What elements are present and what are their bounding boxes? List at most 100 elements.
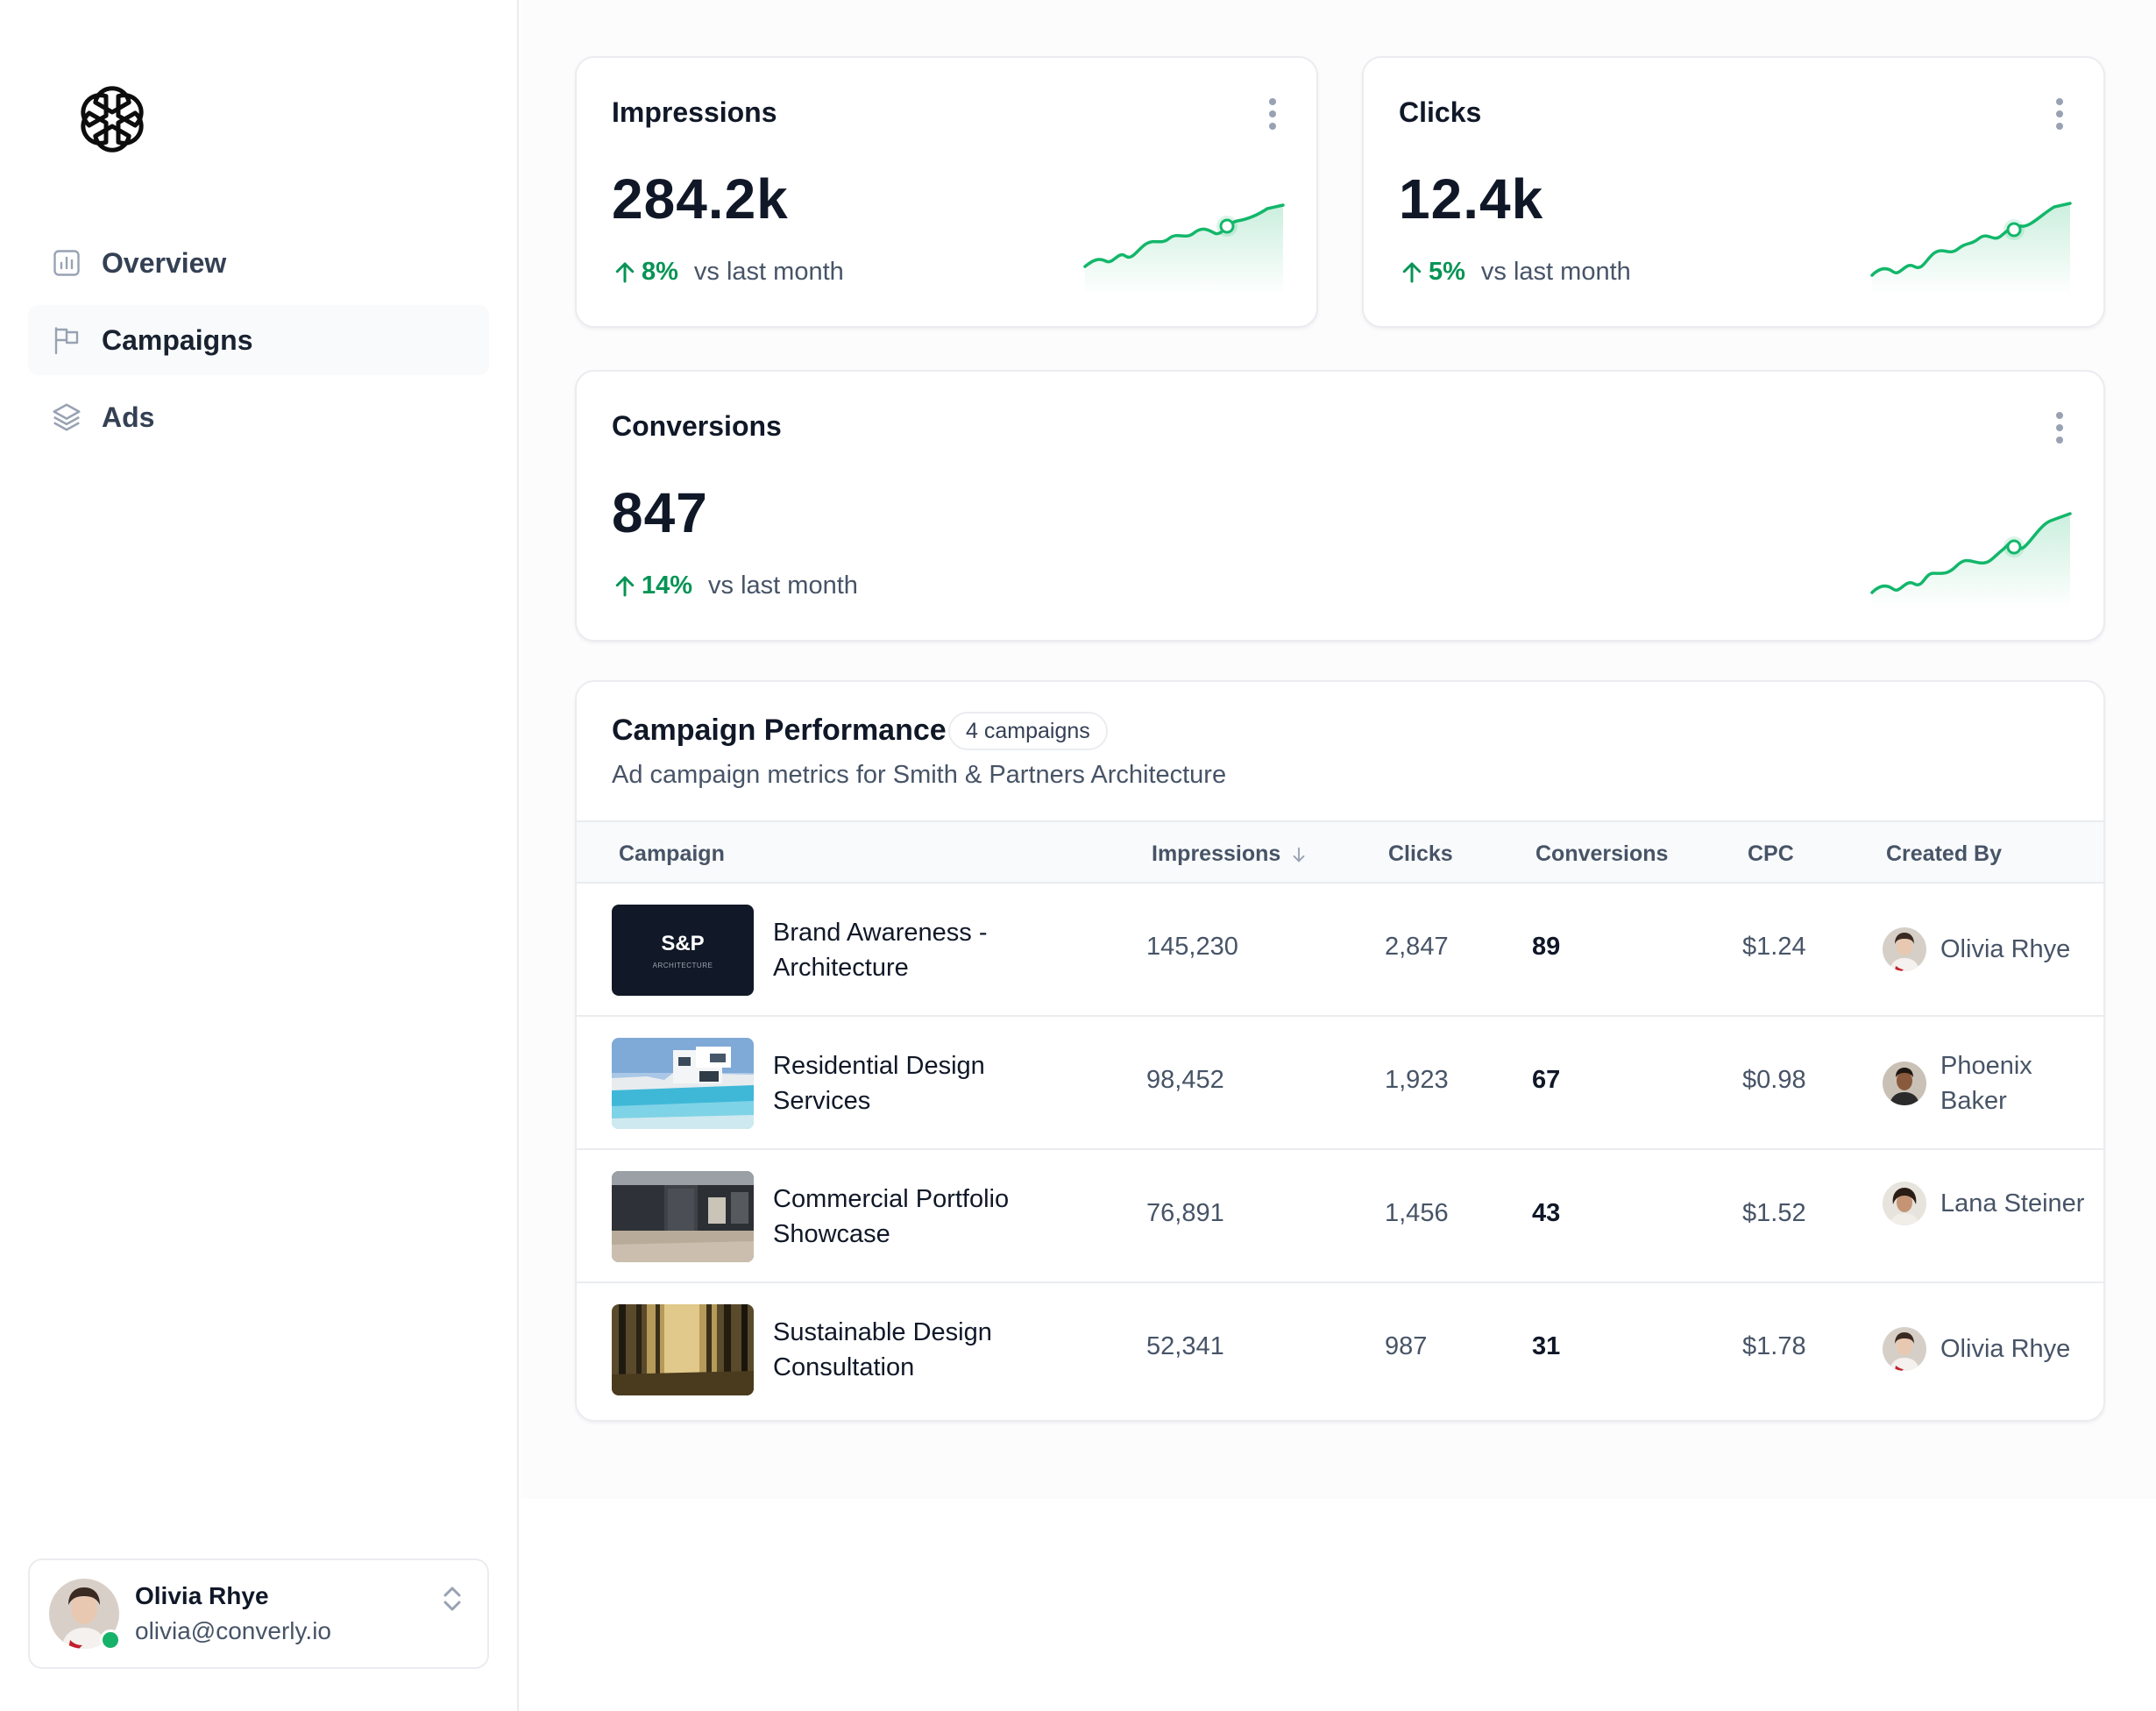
campaign-thumbnail: S&P ARCHITECTURE bbox=[612, 905, 754, 996]
metric-card-impressions: Impressions 284.2k 8% vs last month bbox=[575, 56, 1318, 328]
metric-change: 14% vs last month bbox=[612, 572, 858, 600]
campaign-performance-card: Campaign Performance 4 campaigns Ad camp… bbox=[575, 680, 2105, 1422]
openai-knot-icon[interactable] bbox=[70, 77, 154, 161]
column-header-cpc[interactable]: CPC bbox=[1748, 841, 1794, 867]
campaign-thumbnail bbox=[612, 1171, 754, 1262]
creator-name: Olivia Rhye bbox=[1940, 935, 2071, 963]
column-header-impressions[interactable]: Impressions bbox=[1152, 841, 1308, 867]
cpc-cell: $1.78 bbox=[1742, 1332, 1806, 1360]
impressions-cell: 145,230 bbox=[1146, 933, 1238, 961]
metric-comparison: vs last month bbox=[708, 572, 858, 600]
bar-chart-square-icon bbox=[49, 245, 84, 280]
created-by-cell: Olivia Rhye bbox=[1883, 927, 2089, 971]
avatar bbox=[1883, 927, 1926, 971]
column-header-clicks[interactable]: Clicks bbox=[1388, 841, 1453, 867]
sidebar: Overview Campaigns Ads Olivia Rhye olivi… bbox=[0, 0, 519, 1711]
section-title: Campaign Performance bbox=[612, 714, 947, 747]
column-header-created-by[interactable]: Created By bbox=[1886, 841, 2002, 867]
table-header: Campaign Impressions Clicks Conversions … bbox=[577, 820, 2103, 884]
sidebar-item-label: Overview bbox=[102, 246, 227, 279]
sidebar-item-label: Campaigns bbox=[102, 323, 253, 356]
sparkline-chart bbox=[1870, 202, 2072, 295]
sparkline-chart bbox=[1870, 512, 2072, 608]
impressions-cell: 52,341 bbox=[1146, 1332, 1224, 1360]
flag-icon bbox=[49, 323, 84, 358]
creator-name: Olivia Rhye bbox=[1940, 1335, 2071, 1363]
metric-value: 12.4k bbox=[1399, 167, 1544, 231]
conversions-cell: 67 bbox=[1532, 1066, 1561, 1094]
clicks-cell: 1,456 bbox=[1385, 1199, 1449, 1227]
online-status-dot bbox=[100, 1629, 121, 1651]
sparkline-chart bbox=[1083, 203, 1285, 295]
cpc-cell: $0.98 bbox=[1742, 1066, 1806, 1094]
metric-change: 8% vs last month bbox=[612, 258, 844, 287]
sidebar-item-overview[interactable]: Overview bbox=[28, 228, 489, 298]
metric-card-conversions: Conversions 847 14% vs last month bbox=[575, 370, 2105, 642]
arrow-up-icon bbox=[1402, 262, 1422, 282]
campaign-name[interactable]: Sustainable Design Consultation bbox=[773, 1315, 1036, 1385]
creator-name: Lana Steiner bbox=[1940, 1189, 2085, 1218]
user-email: olivia@converly.io bbox=[135, 1617, 331, 1644]
conversions-cell: 89 bbox=[1532, 933, 1561, 961]
creator-name: Phoenix Baker bbox=[1940, 1052, 2032, 1115]
campaign-thumbnail bbox=[612, 1038, 754, 1129]
arrow-up-icon bbox=[615, 576, 635, 596]
metric-card-clicks: Clicks 12.4k 5% vs last month bbox=[1362, 56, 2105, 328]
metric-change: 5% vs last month bbox=[1399, 258, 1631, 287]
campaign-name[interactable]: Commercial Portfolio Showcase bbox=[773, 1182, 1036, 1252]
metric-change-percent: 5% bbox=[1429, 258, 1465, 286]
sidebar-item-campaigns[interactable]: Campaigns bbox=[28, 305, 489, 375]
column-header-campaign[interactable]: Campaign bbox=[619, 841, 725, 867]
section-subtitle: Ad campaign metrics for Smith & Partners… bbox=[612, 761, 1227, 789]
campaign-thumbnail bbox=[612, 1304, 754, 1395]
column-header-conversions[interactable]: Conversions bbox=[1535, 841, 1668, 867]
column-header-label: Impressions bbox=[1152, 841, 1281, 866]
arrow-up-icon bbox=[615, 262, 635, 282]
more-vertical-icon[interactable] bbox=[2054, 96, 2065, 131]
thumbnail-brand-title: S&P bbox=[661, 931, 705, 955]
table-row[interactable]: Commercial Portfolio Showcase 76,891 1,4… bbox=[577, 1150, 2103, 1283]
account-switcher[interactable]: Olivia Rhye olivia@converly.io bbox=[28, 1558, 489, 1669]
sidebar-nav: Overview Campaigns Ads bbox=[28, 228, 489, 459]
campaign-count-badge: 4 campaigns bbox=[948, 712, 1108, 750]
metric-change-percent: 8% bbox=[642, 258, 678, 286]
chevron-selector-icon[interactable] bbox=[440, 1583, 465, 1615]
avatar bbox=[1883, 1327, 1926, 1371]
metric-title: Impressions bbox=[612, 96, 777, 128]
conversions-cell: 43 bbox=[1532, 1199, 1561, 1227]
thumbnail-brand-subtitle: ARCHITECTURE bbox=[652, 961, 713, 969]
created-by-cell: Olivia Rhye bbox=[1883, 1327, 2089, 1371]
table-row[interactable]: Sustainable Design Consultation 52,341 9… bbox=[577, 1283, 2103, 1416]
metric-comparison: vs last month bbox=[693, 258, 844, 286]
arrow-down-icon bbox=[1293, 847, 1305, 862]
main-content: Impressions 284.2k 8% vs last month Clic… bbox=[521, 0, 2156, 1499]
created-by-cell: Lana Steiner bbox=[1883, 1182, 2089, 1225]
metric-title: Clicks bbox=[1399, 96, 1482, 128]
avatar bbox=[1883, 1061, 1926, 1105]
cpc-cell: $1.52 bbox=[1742, 1199, 1806, 1227]
metric-change-percent: 14% bbox=[642, 572, 693, 600]
table-row[interactable]: Residential Design Services 98,452 1,923… bbox=[577, 1017, 2103, 1150]
layers-icon bbox=[49, 400, 84, 435]
more-vertical-icon[interactable] bbox=[1267, 96, 1278, 131]
clicks-cell: 1,923 bbox=[1385, 1066, 1449, 1094]
avatar bbox=[1883, 1182, 1926, 1225]
impressions-cell: 98,452 bbox=[1146, 1066, 1224, 1094]
cpc-cell: $1.24 bbox=[1742, 933, 1806, 961]
campaign-name[interactable]: Residential Design Services bbox=[773, 1048, 1036, 1118]
impressions-cell: 76,891 bbox=[1146, 1199, 1224, 1227]
metric-title: Conversions bbox=[612, 410, 782, 442]
more-vertical-icon[interactable] bbox=[2054, 410, 2065, 445]
metric-comparison: vs last month bbox=[1480, 258, 1631, 286]
sidebar-item-ads[interactable]: Ads bbox=[28, 382, 489, 452]
conversions-cell: 31 bbox=[1532, 1332, 1561, 1360]
clicks-cell: 2,847 bbox=[1385, 933, 1449, 961]
avatar bbox=[49, 1579, 121, 1651]
metric-value: 847 bbox=[612, 481, 708, 544]
clicks-cell: 987 bbox=[1385, 1332, 1428, 1360]
user-name: Olivia Rhye bbox=[135, 1582, 269, 1609]
campaign-name[interactable]: Brand Awareness - Architecture bbox=[773, 915, 1036, 985]
metric-value: 284.2k bbox=[612, 167, 789, 231]
created-by-cell: Phoenix Baker bbox=[1883, 1048, 2089, 1118]
table-row[interactable]: S&P ARCHITECTURE Brand Awareness - Archi… bbox=[577, 884, 2103, 1017]
